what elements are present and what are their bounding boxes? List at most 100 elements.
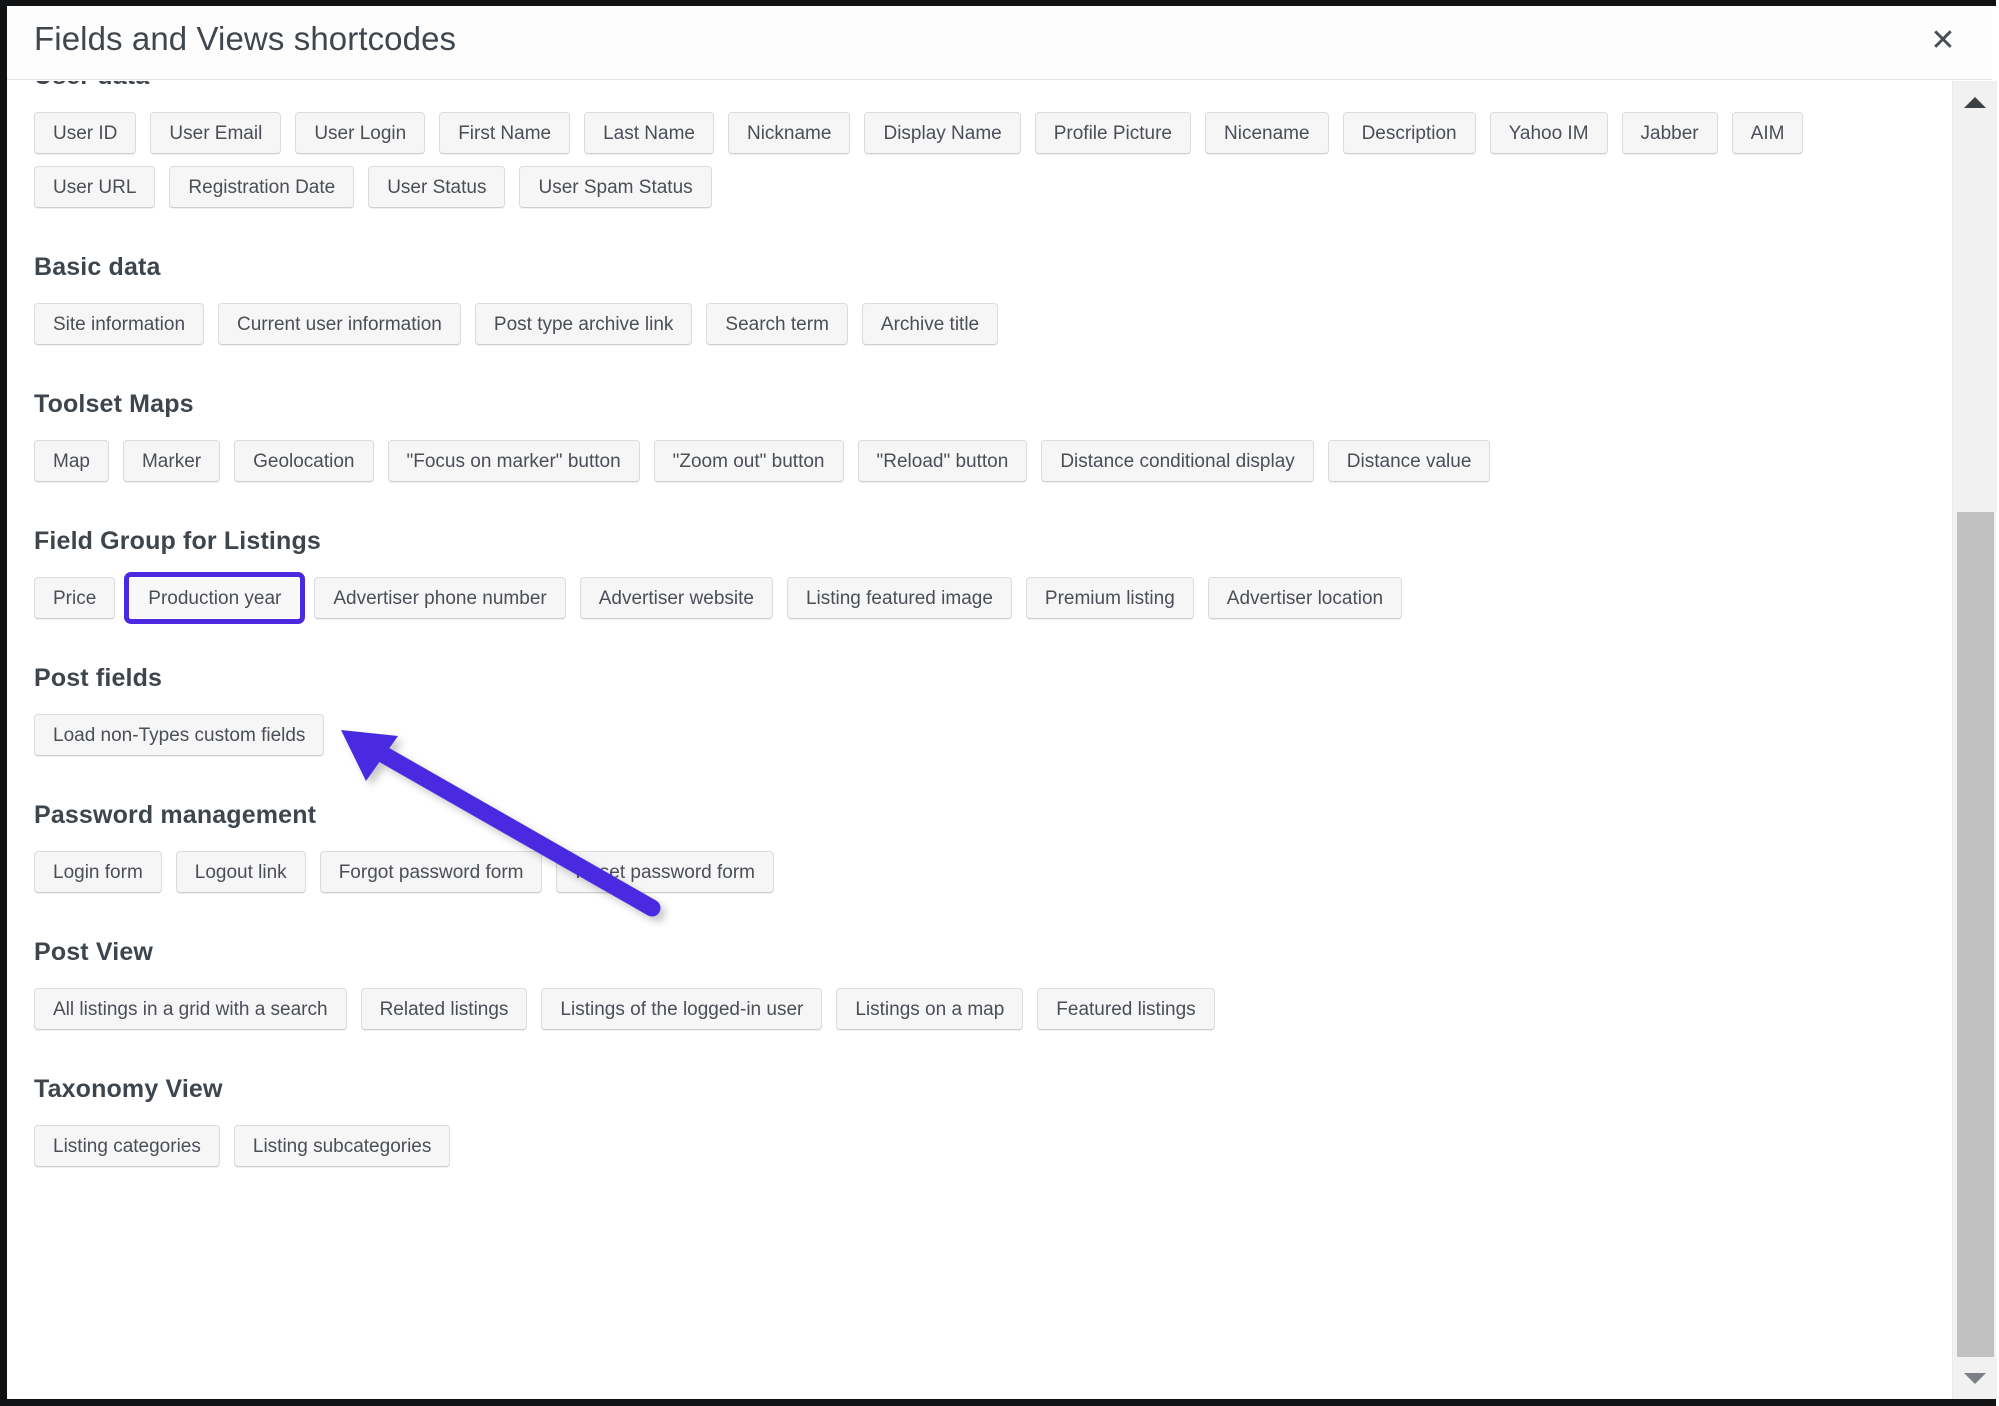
shortcode-button[interactable]: "Reload" button [857, 440, 1028, 482]
window-frame-bottom [0, 1399, 1999, 1406]
shortcodes-content: User data User ID User Email User Login Firs… [7, 81, 1952, 1179]
shortcode-button[interactable]: Load non-Types custom fields [34, 714, 325, 756]
shortcode-button[interactable]: Archive title [861, 303, 999, 345]
shortcodes-modal-screen: Fields and Views shortcodes ✕ User dataU… [0, 0, 1999, 1406]
shortcode-button[interactable]: Description [1342, 112, 1476, 154]
shortcode-button[interactable]: Nicename [1205, 112, 1329, 154]
shortcode-button-row: Load non-Types custom fields [34, 714, 1952, 768]
shortcode-button[interactable]: Jabber [1621, 112, 1718, 154]
shortcode-button[interactable]: Yahoo IM [1489, 112, 1608, 154]
shortcode-button-row: User ID User Email User Login First Name Las… [34, 112, 1952, 220]
shortcode-button[interactable]: Geolocation [234, 440, 374, 482]
shortcode-button[interactable]: AIM [1731, 112, 1804, 154]
section-title: Basic data [34, 253, 161, 281]
shortcode-button[interactable]: Forgot password form [319, 851, 543, 893]
shortcode-button[interactable]: Premium listing [1025, 577, 1194, 619]
shortcode-button[interactable]: User ID [34, 112, 137, 154]
shortcode-section: User data User ID User Email User Login Firs… [34, 81, 1952, 220]
section-title: Post fields [34, 664, 163, 692]
shortcode-button-row: Login form Logout link Forgot password for… [34, 851, 1952, 905]
shortcode-button[interactable]: Login form [34, 851, 162, 893]
shortcode-button[interactable]: Listing categories [34, 1125, 220, 1167]
shortcode-button[interactable]: User Login [295, 112, 426, 154]
shortcode-button[interactable]: Price [34, 577, 116, 619]
shortcode-button[interactable]: Featured listings [1037, 988, 1215, 1030]
shortcode-button-row: Price Production year Advertiser phone num… [34, 572, 1952, 631]
shortcode-section: Toolset Maps Map Marker Geolocation "Focus o… [34, 357, 1952, 494]
chevron-up-icon [1964, 96, 1986, 108]
shortcode-button[interactable]: User URL [34, 166, 156, 208]
shortcode-button[interactable]: Listings of the logged-in user [541, 988, 823, 1030]
shortcode-button[interactable]: "Focus on marker" button [387, 440, 640, 482]
shortcode-section: Post fields Load non-Types custom fields [34, 631, 1952, 768]
modal-body: User data User ID User Email User Login Firs… [7, 81, 1952, 1399]
scroll-down-button[interactable] [1953, 1357, 1997, 1399]
shortcode-button[interactable]: Advertiser phone number [314, 577, 566, 619]
shortcode-section: Field Group for Listings Price Production … [34, 494, 1952, 631]
shortcode-button[interactable]: User Spam Status [519, 166, 712, 208]
shortcode-button-row: Site information Current user information… [34, 303, 1952, 357]
section-title: Password management [34, 801, 317, 829]
scrollbar-track-above-thumb[interactable] [1953, 123, 1997, 512]
scroll-up-button[interactable] [1953, 81, 1997, 123]
vertical-scrollbar[interactable] [1952, 81, 1997, 1399]
shortcode-button[interactable]: Last Name [584, 112, 714, 154]
shortcode-button[interactable]: Reset password form [556, 851, 774, 893]
shortcode-button-row: Map Marker Geolocation "Focus on marker" bu… [34, 440, 1952, 494]
shortcode-button[interactable]: Nickname [727, 112, 851, 154]
shortcode-button[interactable]: Listing subcategories [233, 1125, 451, 1167]
shortcode-section: Password management Login form Logout link… [34, 768, 1952, 905]
section-title: Toolset Maps [34, 390, 194, 418]
shortcode-button[interactable]: Distance value [1327, 440, 1491, 482]
shortcode-button[interactable]: User Status [368, 166, 506, 208]
section-title: User data [34, 81, 1952, 93]
shortcode-button[interactable]: Listings on a map [836, 988, 1024, 1030]
modal-header: Fields and Views shortcodes ✕ [7, 6, 1992, 80]
shortcode-button[interactable]: Map [34, 440, 109, 482]
close-icon[interactable]: ✕ [1922, 20, 1964, 62]
shortcode-section: Basic data Site information Current user i… [34, 220, 1952, 357]
shortcode-button[interactable]: Related listings [360, 988, 528, 1030]
shortcode-button[interactable]: Logout link [175, 851, 306, 893]
shortcode-button[interactable]: All listings in a grid with a search [34, 988, 347, 1030]
chevron-down-icon [1964, 1372, 1986, 1384]
shortcode-button[interactable]: Marker [122, 440, 221, 482]
window-frame-left [0, 0, 7, 1406]
shortcode-button[interactable]: Post type archive link [474, 303, 693, 345]
shortcode-button[interactable]: Distance conditional display [1041, 440, 1314, 482]
shortcode-button[interactable]: "Zoom out" button [653, 440, 844, 482]
shortcode-button-row: All listings in a grid with a search Rela… [34, 988, 1952, 1042]
shortcode-button[interactable]: Current user information [218, 303, 461, 345]
scrollbar-thumb[interactable] [1957, 512, 1994, 1374]
shortcode-button[interactable]: Display Name [864, 112, 1021, 154]
shortcode-button[interactable]: Advertiser location [1207, 577, 1403, 619]
shortcode-button[interactable]: Registration Date [169, 166, 355, 208]
shortcode-button[interactable]: Site information [34, 303, 205, 345]
shortcode-button[interactable]: Advertiser website [579, 577, 773, 619]
shortcode-button[interactable]: Profile Picture [1034, 112, 1192, 154]
shortcode-button[interactable]: User Email [150, 112, 282, 154]
shortcode-button[interactable]: Production year [124, 572, 306, 624]
section-title: Post View [34, 938, 153, 966]
shortcode-button[interactable]: First Name [439, 112, 571, 154]
shortcode-section: Post View All listings in a grid with a s… [34, 905, 1952, 1042]
section-title: Taxonomy View [34, 1075, 223, 1103]
shortcode-button-row: Listing categories Listing subcategories [34, 1125, 1952, 1179]
shortcode-button[interactable]: Search term [706, 303, 848, 345]
section-title: Field Group for Listings [34, 527, 321, 555]
shortcode-button[interactable]: Listing featured image [786, 577, 1012, 619]
